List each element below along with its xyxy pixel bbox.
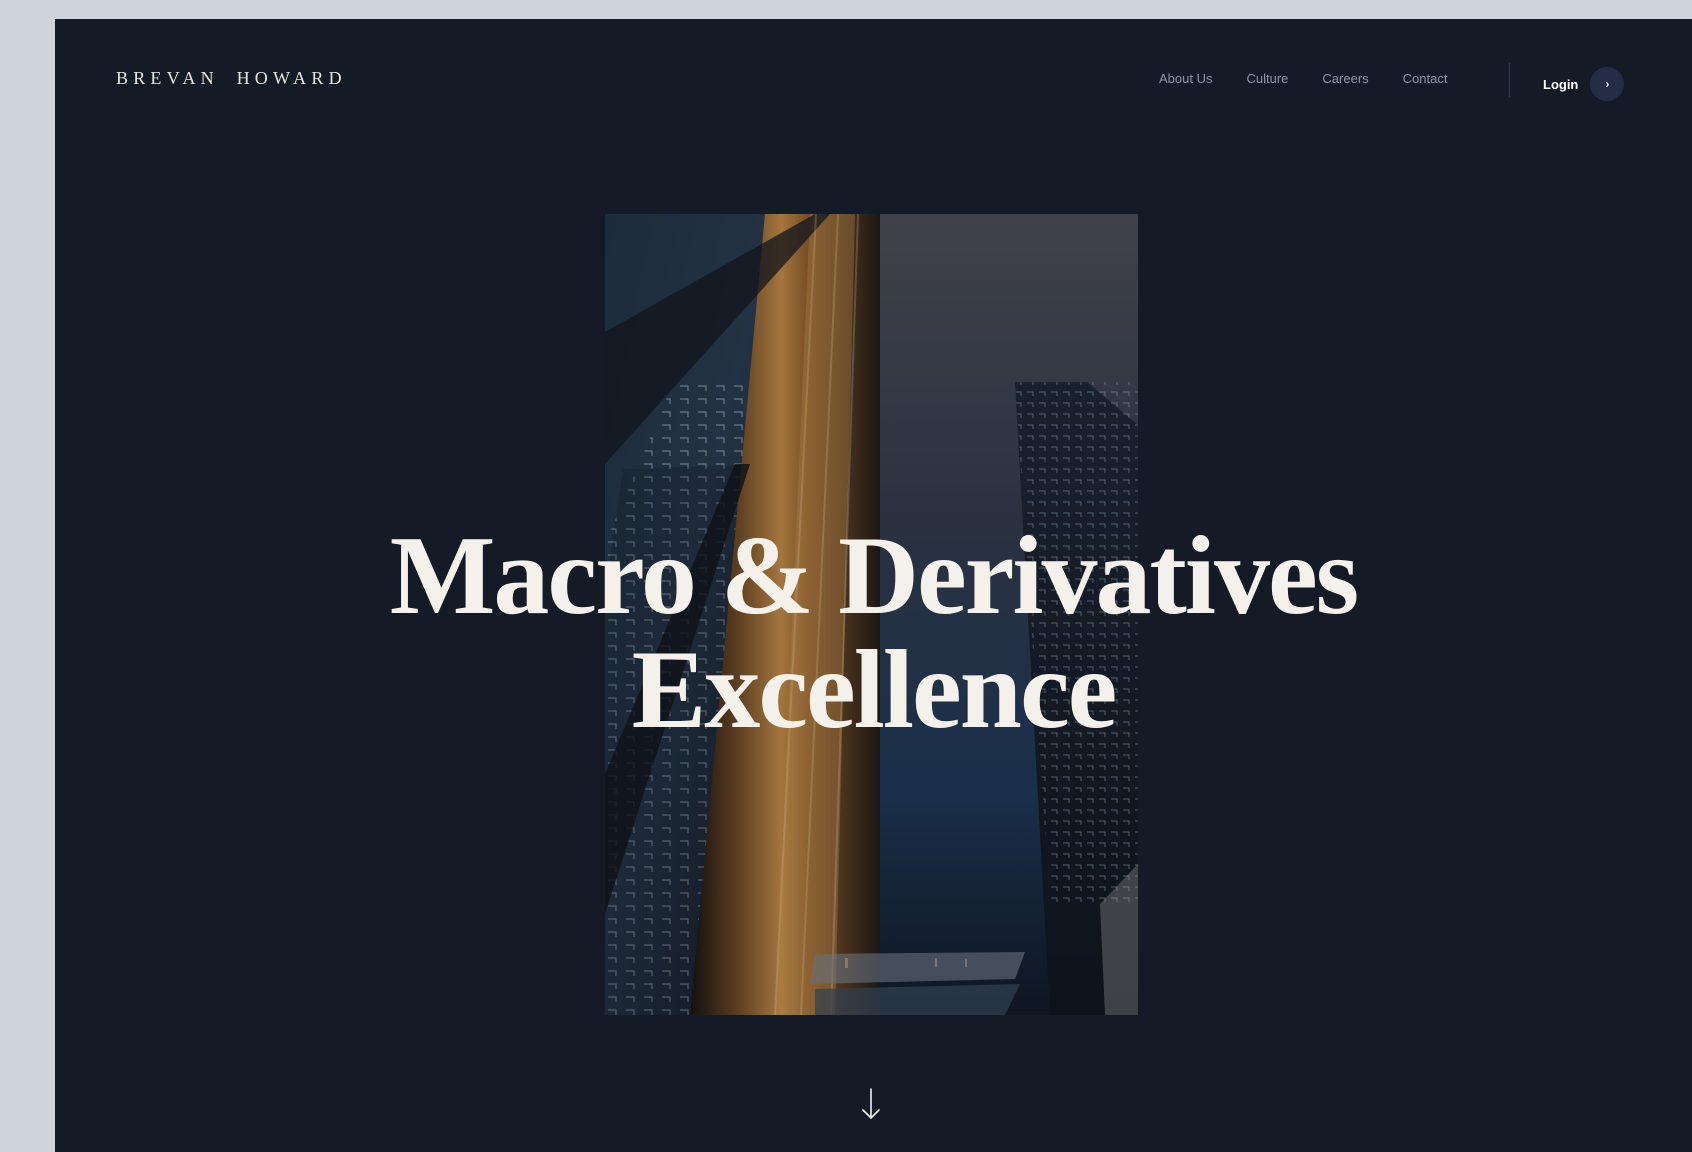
page: BREVAN HOWARD About Us Culture Careers C…: [55, 19, 1692, 1152]
nav-about-us[interactable]: About Us: [1159, 71, 1212, 86]
nav-divider: [1509, 63, 1510, 97]
main-nav: About Us Culture Careers Contact: [1159, 71, 1447, 86]
login-button[interactable]: Login ›: [1543, 67, 1625, 101]
top-navigation: BREVAN HOWARD About Us Culture Careers C…: [55, 19, 1692, 139]
hero-image: [605, 214, 1138, 1015]
chevron-right-icon[interactable]: ›: [1590, 67, 1625, 101]
nav-careers[interactable]: Careers: [1322, 71, 1368, 86]
nav-contact[interactable]: Contact: [1403, 71, 1448, 86]
arrow-down-icon[interactable]: [858, 1087, 884, 1123]
login-label: Login: [1543, 76, 1579, 92]
architecture-skyscraper-photo: [605, 214, 1138, 1015]
nav-culture[interactable]: Culture: [1246, 71, 1288, 86]
brand-logo[interactable]: BREVAN HOWARD: [116, 68, 347, 89]
